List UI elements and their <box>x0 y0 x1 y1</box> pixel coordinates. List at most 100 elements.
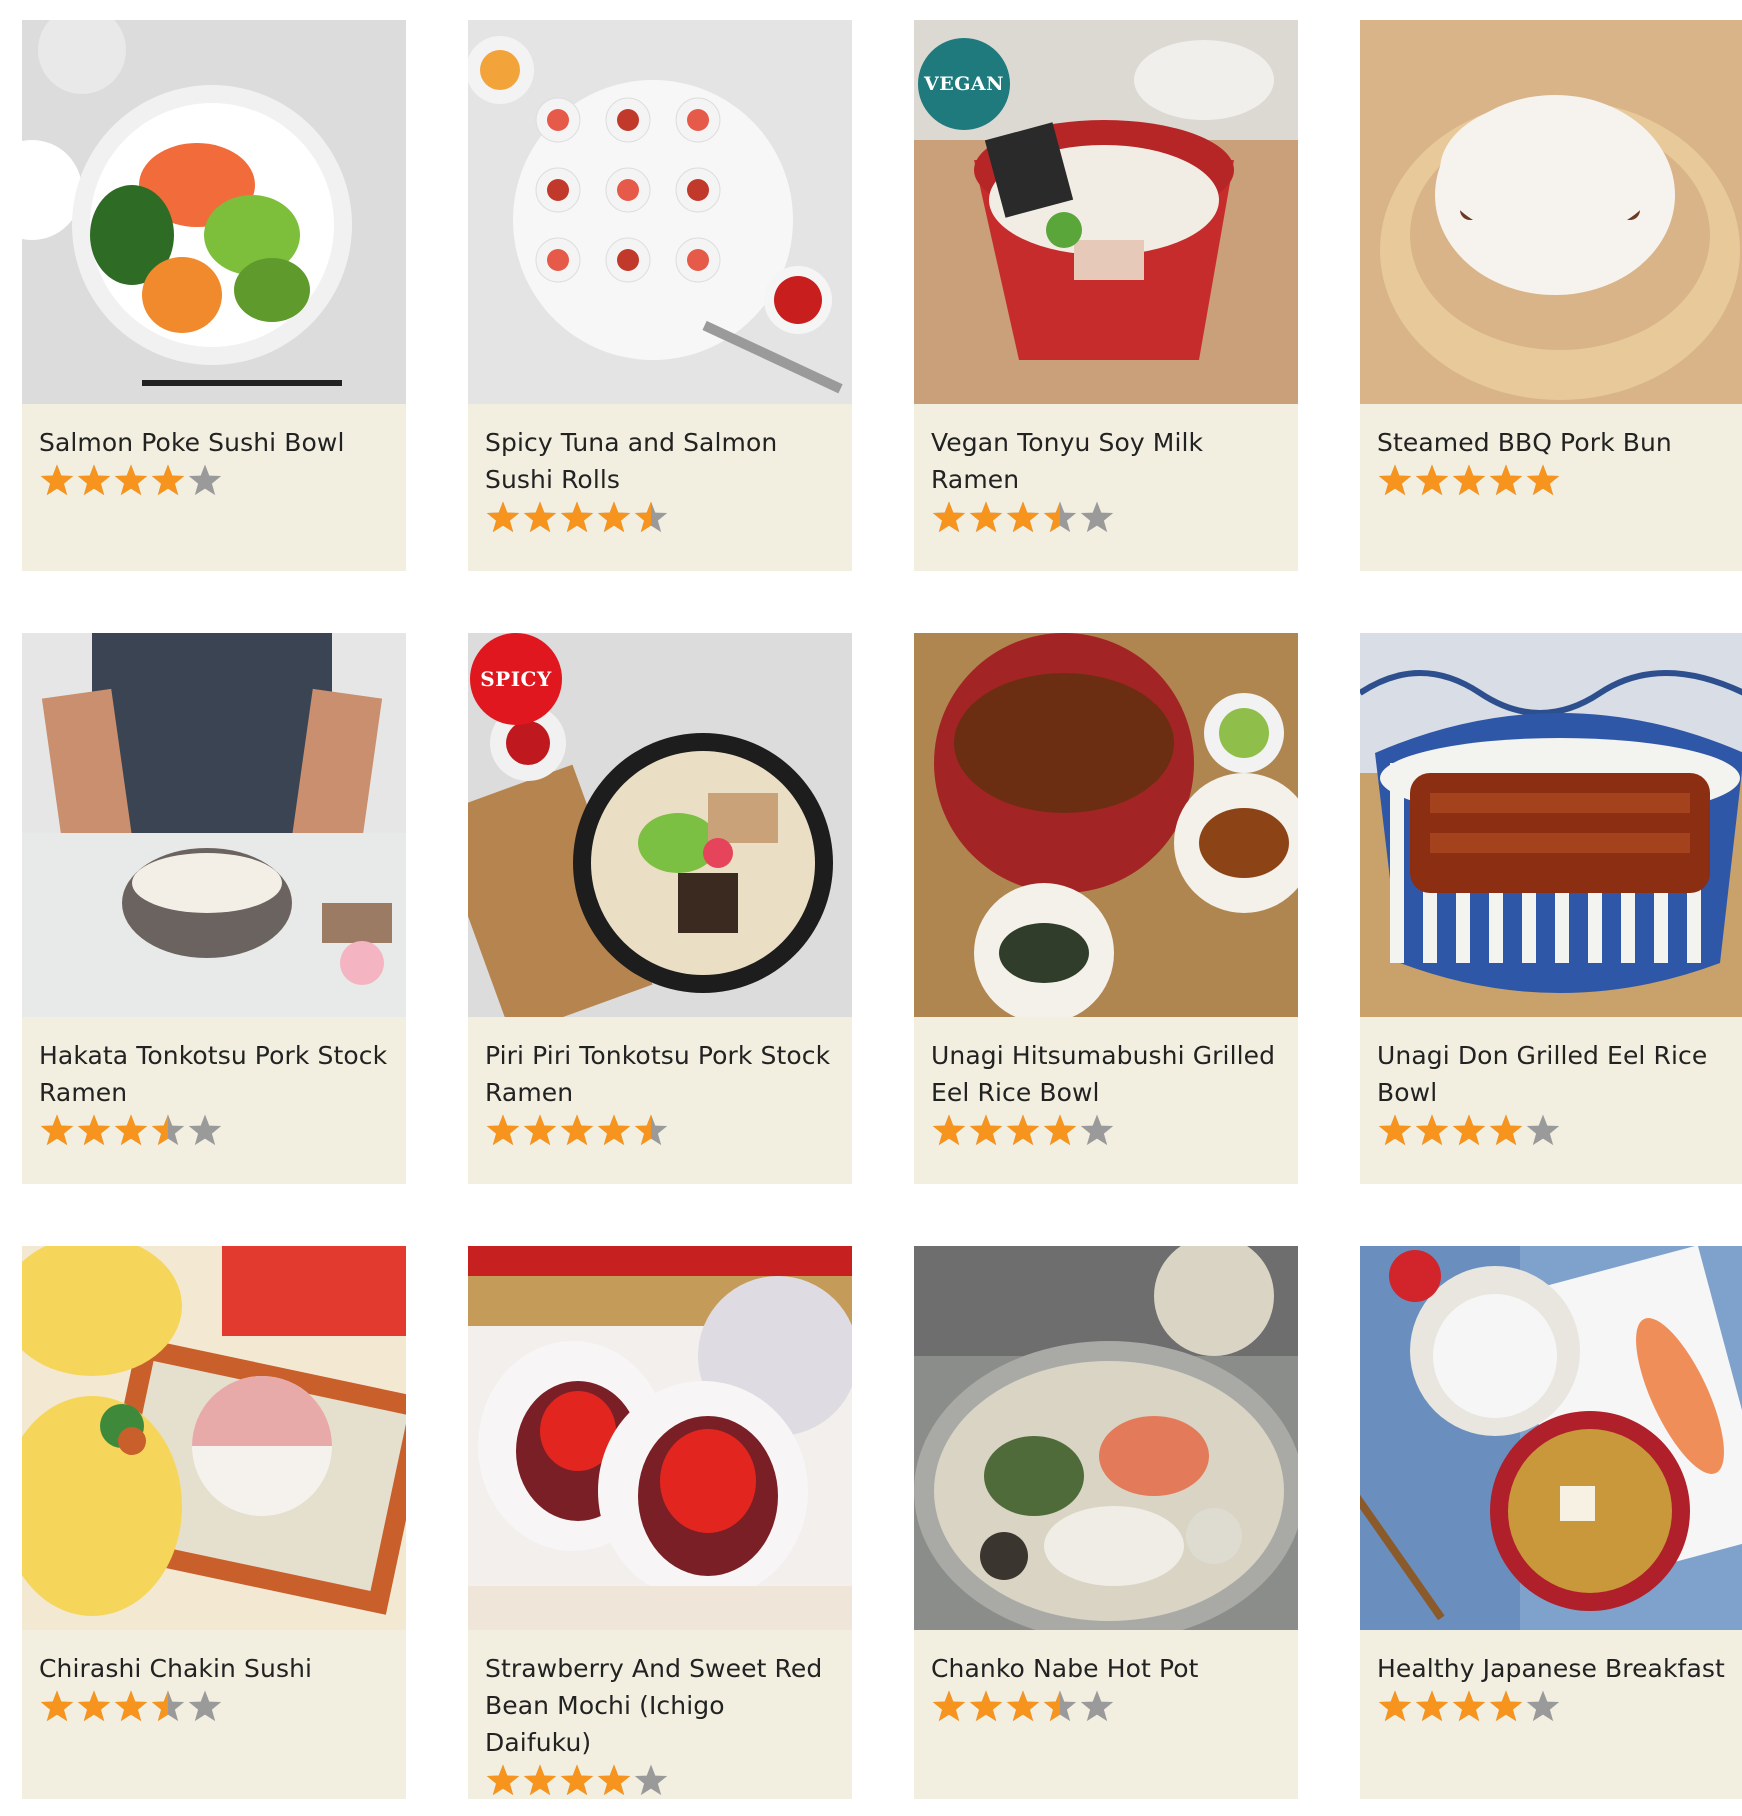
recipe-info: Salmon Poke Sushi Bowl <box>22 404 406 503</box>
star-icon <box>932 1690 966 1722</box>
ramen-bowl-photo[interactable]: VEGAN <box>914 20 1298 404</box>
recipe-info: Healthy Japanese Breakfast <box>1360 1630 1742 1729</box>
star-icon <box>1526 464 1560 496</box>
star-icon <box>188 1690 222 1722</box>
recipe-card[interactable]: Strawberry And Sweet Red Bean Mochi (Ich… <box>468 1246 852 1799</box>
star-icon <box>40 1690 74 1722</box>
pork-bun-photo[interactable] <box>1360 20 1742 404</box>
star-icon <box>560 501 594 533</box>
star-icon <box>1452 464 1486 496</box>
star-icon <box>151 1114 185 1146</box>
star-icon <box>634 1764 668 1796</box>
star-icon <box>523 501 557 533</box>
recipe-title-link[interactable]: Spicy Tuna and Salmon Sushi Rolls <box>485 424 835 498</box>
star-icon <box>1043 501 1077 533</box>
hot-pot-photo[interactable] <box>914 1246 1298 1630</box>
star-icon <box>969 1114 1003 1146</box>
star-icon <box>523 1114 557 1146</box>
recipe-card[interactable]: Healthy Japanese Breakfast <box>1360 1246 1742 1799</box>
star-rating <box>931 1689 1281 1729</box>
recipe-card[interactable]: Spicy Tuna and Salmon Sushi Rolls <box>468 20 852 571</box>
star-icon <box>1489 1114 1523 1146</box>
star-icon <box>1378 1114 1412 1146</box>
star-icon <box>1489 1690 1523 1722</box>
star-rating <box>931 1113 1281 1153</box>
recipe-card[interactable]: VEGAN Vegan Tonyu Soy Milk Ramen <box>914 20 1298 571</box>
recipe-info: Vegan Tonyu Soy Milk Ramen <box>914 404 1298 540</box>
star-icon <box>114 1114 148 1146</box>
star-rating <box>1377 1113 1727 1153</box>
star-rating <box>931 500 1281 540</box>
sushi-rolls-photo[interactable] <box>468 20 852 404</box>
recipe-info: Chirashi Chakin Sushi <box>22 1630 406 1729</box>
recipe-card[interactable]: Chanko Nabe Hot Pot <box>914 1246 1298 1799</box>
recipe-title-link[interactable]: Chanko Nabe Hot Pot <box>931 1650 1281 1687</box>
recipe-card[interactable]: Hakata Tonkotsu Pork Stock Ramen <box>22 633 406 1184</box>
poke-bowl-photo[interactable] <box>22 20 406 404</box>
chef-ramen-photo[interactable] <box>22 633 406 1017</box>
recipe-info: Steamed BBQ Pork Bun <box>1360 404 1742 503</box>
hitsumabushi-photo[interactable] <box>914 633 1298 1017</box>
recipe-card[interactable]: SPICY Piri Piri Tonkotsu Pork Stock Ramen <box>468 633 852 1184</box>
recipe-info: Unagi Hitsumabushi Grilled Eel Rice Bowl <box>914 1017 1298 1153</box>
star-icon <box>77 1690 111 1722</box>
star-icon <box>486 1114 520 1146</box>
recipe-title-link[interactable]: Steamed BBQ Pork Bun <box>1377 424 1727 461</box>
star-icon <box>1006 1114 1040 1146</box>
spicy-ramen-photo[interactable]: SPICY <box>468 633 852 1017</box>
recipe-title-link[interactable]: Vegan Tonyu Soy Milk Ramen <box>931 424 1281 498</box>
star-icon <box>1452 1690 1486 1722</box>
recipe-info: Unagi Don Grilled Eel Rice Bowl <box>1360 1017 1742 1153</box>
star-icon <box>634 501 668 533</box>
star-icon <box>1080 1114 1114 1146</box>
star-icon <box>523 1764 557 1796</box>
recipe-info: Chanko Nabe Hot Pot <box>914 1630 1298 1729</box>
star-rating <box>39 1113 389 1153</box>
star-icon <box>486 501 520 533</box>
star-icon <box>1378 1690 1412 1722</box>
star-icon <box>597 1764 631 1796</box>
recipe-info: Hakata Tonkotsu Pork Stock Ramen <box>22 1017 406 1153</box>
recipe-title-link[interactable]: Piri Piri Tonkotsu Pork Stock Ramen <box>485 1037 835 1111</box>
star-icon <box>634 1114 668 1146</box>
recipe-title-link[interactable]: Hakata Tonkotsu Pork Stock Ramen <box>39 1037 389 1111</box>
star-icon <box>969 1690 1003 1722</box>
recipe-card[interactable]: Unagi Hitsumabushi Grilled Eel Rice Bowl <box>914 633 1298 1184</box>
star-icon <box>1489 464 1523 496</box>
star-icon <box>151 1690 185 1722</box>
star-rating <box>39 463 389 503</box>
star-icon <box>560 1114 594 1146</box>
star-icon <box>1080 1690 1114 1722</box>
recipe-title-link[interactable]: Salmon Poke Sushi Bowl <box>39 424 389 461</box>
star-rating <box>485 1763 835 1803</box>
recipe-info: Spicy Tuna and Salmon Sushi Rolls <box>468 404 852 540</box>
recipe-card[interactable]: Steamed BBQ Pork Bun <box>1360 20 1742 571</box>
recipe-card[interactable]: Unagi Don Grilled Eel Rice Bowl <box>1360 633 1742 1184</box>
recipe-card[interactable]: Chirashi Chakin Sushi <box>22 1246 406 1799</box>
star-icon <box>188 1114 222 1146</box>
recipe-title-link[interactable]: Unagi Hitsumabushi Grilled Eel Rice Bowl <box>931 1037 1281 1111</box>
star-icon <box>1452 1114 1486 1146</box>
star-icon <box>969 501 1003 533</box>
breakfast-photo[interactable] <box>1360 1246 1742 1630</box>
star-rating <box>39 1689 389 1729</box>
recipe-info: Piri Piri Tonkotsu Pork Stock Ramen <box>468 1017 852 1153</box>
star-icon <box>1415 1114 1449 1146</box>
recipe-title-link[interactable]: Unagi Don Grilled Eel Rice Bowl <box>1377 1037 1727 1111</box>
star-icon <box>1080 501 1114 533</box>
star-icon <box>1006 1690 1040 1722</box>
chakin-sushi-photo[interactable] <box>22 1246 406 1630</box>
recipe-card[interactable]: Salmon Poke Sushi Bowl <box>22 20 406 571</box>
star-rating <box>485 1113 835 1153</box>
star-icon <box>188 464 222 496</box>
star-icon <box>932 501 966 533</box>
recipe-title-link[interactable]: Healthy Japanese Breakfast <box>1377 1650 1727 1687</box>
recipe-title-link[interactable]: Chirashi Chakin Sushi <box>39 1650 389 1687</box>
star-icon <box>77 464 111 496</box>
star-icon <box>597 501 631 533</box>
star-icon <box>1526 1690 1560 1722</box>
mochi-photo[interactable] <box>468 1246 852 1630</box>
star-icon <box>1415 464 1449 496</box>
unagi-don-photo[interactable] <box>1360 633 1742 1017</box>
recipe-title-link[interactable]: Strawberry And Sweet Red Bean Mochi (Ich… <box>485 1650 835 1761</box>
